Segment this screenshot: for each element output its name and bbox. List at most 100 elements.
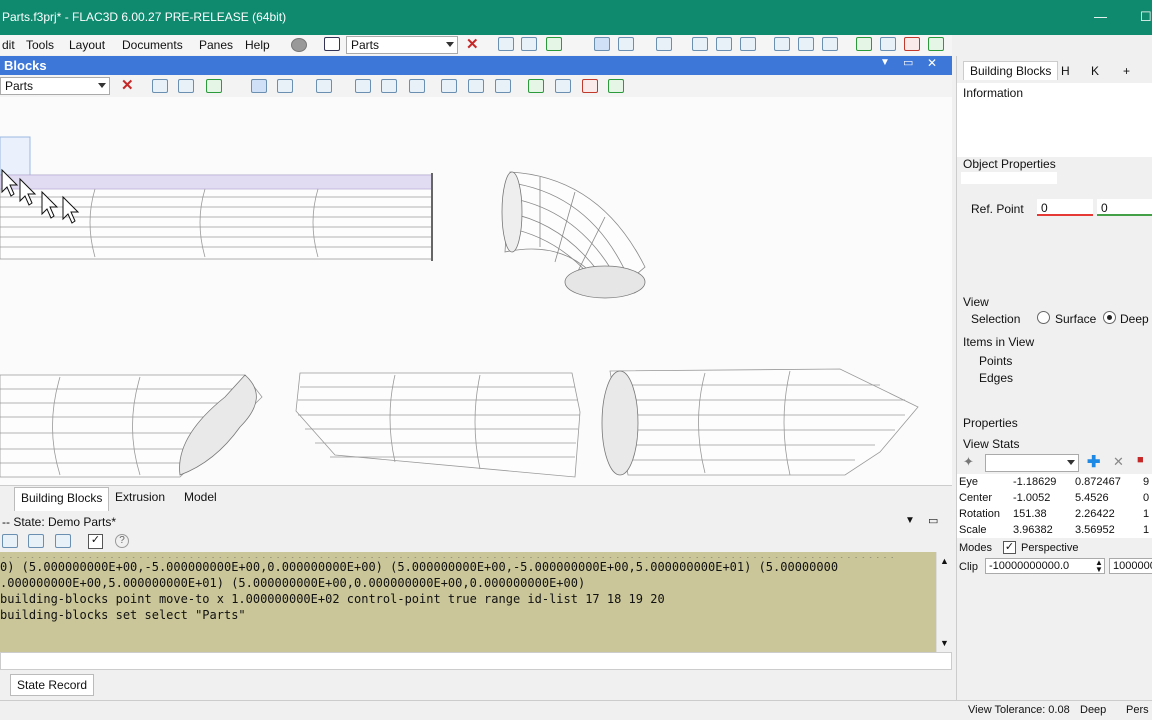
add-view-icon[interactable]: ✚ xyxy=(1087,452,1100,472)
view-export-icon[interactable] xyxy=(152,79,168,93)
view-table-icon[interactable] xyxy=(409,79,425,93)
lock-icon[interactable]: ■ xyxy=(1137,454,1144,466)
close-parts-icon[interactable]: ✕ xyxy=(466,35,479,53)
menu-panes[interactable]: Panes xyxy=(199,38,233,52)
remove-view-icon[interactable]: ✕ xyxy=(1113,454,1124,470)
frame-tool-icon[interactable] xyxy=(656,37,672,51)
view-layout-c-icon[interactable] xyxy=(495,79,511,93)
console-dropdown-icon[interactable]: ▼ xyxy=(905,515,915,526)
view-close-icon[interactable]: ✕ xyxy=(121,76,134,94)
export-icon[interactable] xyxy=(498,37,514,51)
view-frame-icon[interactable] xyxy=(316,79,332,93)
view-red-grid-icon[interactable] xyxy=(582,79,598,93)
capped-pipe-block xyxy=(601,368,919,476)
view-grid-b-icon[interactable] xyxy=(798,37,814,51)
console-restore-icon[interactable]: ▭ xyxy=(928,514,938,527)
modes-label: Modes xyxy=(959,542,993,554)
ref-point-y-input[interactable]: 0 xyxy=(1097,199,1152,216)
console-grid-c-icon[interactable] xyxy=(55,534,71,548)
block-tool-icon[interactable] xyxy=(618,37,634,51)
tab-model[interactable]: Model xyxy=(178,490,223,504)
select-cursor-icon[interactable] xyxy=(594,37,610,51)
view-grid-a-icon[interactable] xyxy=(774,37,790,51)
scroll-down-icon[interactable]: ▼ xyxy=(940,638,949,648)
console-output[interactable]: ········································… xyxy=(0,552,936,652)
stats-row-eye: Eye -1.18629 0.872467 9 xyxy=(957,474,1152,490)
view-select-icon[interactable] xyxy=(251,79,267,93)
console-title: -- State: Demo Parts* xyxy=(2,515,117,529)
new-document-icon[interactable] xyxy=(324,37,340,51)
wand-icon[interactable]: ✦ xyxy=(963,454,974,470)
pane-close-icon[interactable]: ✕ xyxy=(927,56,937,70)
console-check-icon[interactable]: ✓ xyxy=(88,534,103,549)
view-layout-b-icon[interactable] xyxy=(468,79,484,93)
menu-bar: dit Tools Layout Documents Panes Help Pa… xyxy=(0,35,952,55)
console-line: 0) (5.000000000E+00,-5.000000000E+00,0.0… xyxy=(0,560,839,574)
help-icon[interactable]: ? xyxy=(115,534,129,548)
surface-radio[interactable] xyxy=(1037,311,1050,324)
line-tool-icon[interactable] xyxy=(692,37,708,51)
view-grid-c-icon[interactable] xyxy=(822,37,838,51)
table-icon[interactable] xyxy=(740,37,756,51)
menu-documents[interactable]: Documents xyxy=(122,38,183,52)
tab-building-blocks[interactable]: Building Blocks xyxy=(14,487,110,511)
minimize-button[interactable]: — xyxy=(1094,9,1107,24)
menu-tools[interactable]: Tools xyxy=(26,38,54,52)
model-viewport[interactable] xyxy=(0,97,952,485)
perspective-checkbox[interactable]: ✓ xyxy=(1003,541,1016,554)
view-parts-selector[interactable]: Parts xyxy=(0,77,110,95)
console-grid-b-icon[interactable] xyxy=(28,534,44,548)
menu-help[interactable]: Help xyxy=(245,38,270,52)
pane-dropdown-icon[interactable]: ▼ xyxy=(880,57,890,68)
grid-tool-icon[interactable] xyxy=(546,37,562,51)
deep-radio[interactable] xyxy=(1103,311,1116,324)
refresh-icon[interactable] xyxy=(856,37,872,51)
tab-h[interactable]: H xyxy=(1061,64,1070,78)
view-copy-icon[interactable] xyxy=(178,79,194,93)
state-record-tab[interactable]: State Record xyxy=(10,674,95,696)
menu-edit[interactable]: dit xyxy=(2,38,15,52)
angled-pipe-block xyxy=(0,374,263,478)
add-tab-button[interactable]: + xyxy=(1123,64,1130,78)
view-check-icon[interactable] xyxy=(555,79,571,93)
viewport-tabs: Building Blocks Extrusion Model xyxy=(0,485,952,511)
view-preset-selector[interactable] xyxy=(985,454,1079,472)
console-scrollbar[interactable]: ▲ ▼ xyxy=(936,552,952,652)
view-green-grid-icon[interactable] xyxy=(608,79,624,93)
view-grid-tool-icon[interactable] xyxy=(206,79,222,93)
menu-layout[interactable]: Layout xyxy=(69,38,105,52)
building-blocks-canvas[interactable] xyxy=(0,97,952,485)
ref-point-x-input[interactable]: 0 xyxy=(1037,199,1093,216)
view-block-icon[interactable] xyxy=(277,79,293,93)
point-tool-icon[interactable] xyxy=(716,37,732,51)
console-title-bar: -- State: Demo Parts* ▼ ▭ xyxy=(0,512,952,532)
console-grid-a-icon[interactable] xyxy=(2,534,18,548)
status-perspective: Pers xyxy=(1126,704,1149,716)
tab-extrusion[interactable]: Extrusion xyxy=(109,490,171,504)
scroll-up-icon[interactable]: ▲ xyxy=(940,556,949,566)
pane-restore-icon[interactable]: ▭ xyxy=(903,56,913,69)
red-grid-icon[interactable] xyxy=(904,37,920,51)
parts-selector[interactable]: Parts xyxy=(346,36,458,54)
view-line-icon[interactable] xyxy=(355,79,371,93)
check-icon[interactable] xyxy=(880,37,896,51)
maximize-button[interactable]: ☐ xyxy=(1140,9,1152,25)
edges-item[interactable]: Edges xyxy=(979,371,1013,385)
tab-building-blocks-panel[interactable]: Building Blocks xyxy=(963,61,1059,80)
clip-spinner-icon[interactable]: ▲ ▼ xyxy=(1095,559,1103,574)
state-record-tab-bar: State Record xyxy=(0,670,952,700)
tab-k[interactable]: K xyxy=(1091,64,1099,78)
view-refresh-icon[interactable] xyxy=(528,79,544,93)
stats-row-scale: Scale 3.96382 3.56952 1 xyxy=(957,522,1152,538)
command-input[interactable] xyxy=(0,652,952,670)
view-layout-a-icon[interactable] xyxy=(441,79,457,93)
points-item[interactable]: Points xyxy=(979,354,1012,368)
clip-far-input[interactable]: 1000000 xyxy=(1109,558,1152,574)
clip-near-input[interactable]: -10000000000.0 xyxy=(985,558,1105,574)
tapered-pipe-block xyxy=(295,372,581,478)
record-icon[interactable] xyxy=(291,38,307,52)
view-point-icon[interactable] xyxy=(381,79,397,93)
copy-icon[interactable] xyxy=(521,37,537,51)
green-grid-icon[interactable] xyxy=(928,37,944,51)
stats-row-rotation: Rotation 151.38 2.26422 1 xyxy=(957,506,1152,522)
